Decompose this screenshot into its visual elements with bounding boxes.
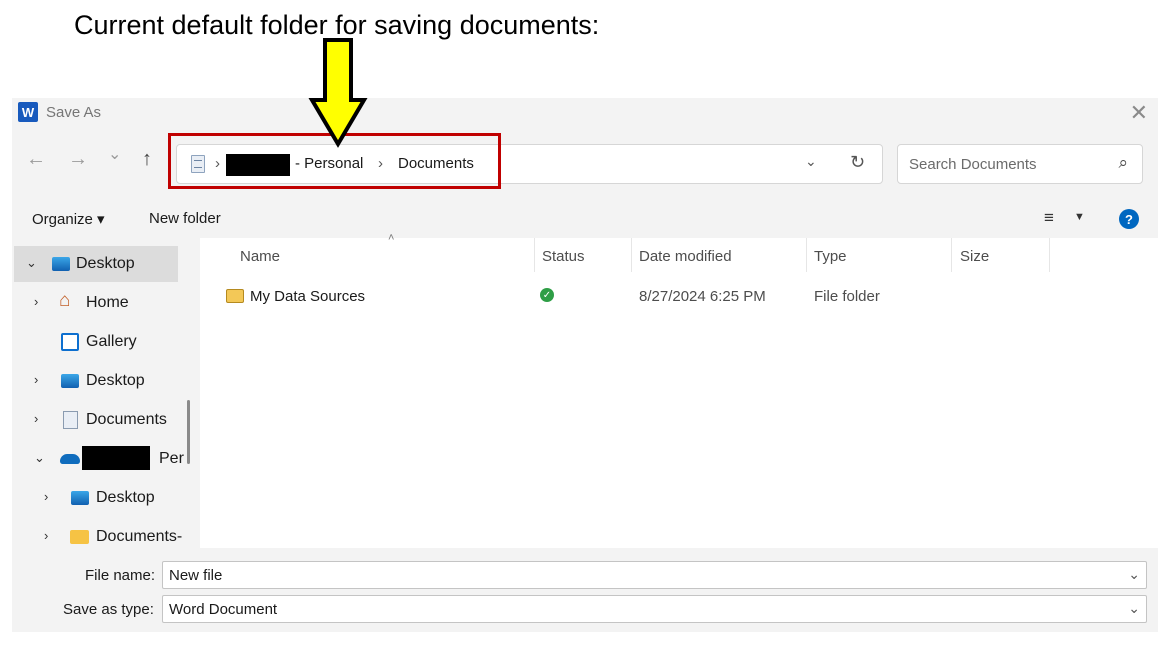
sidebar-item-desktop[interactable]: › Desktop: [12, 363, 194, 399]
sidebar-item-onedrive-desktop[interactable]: › Desktop: [12, 480, 194, 516]
column-divider[interactable]: [631, 238, 632, 272]
command-bar: Organize ▾ New folder ≡ ▼ ?: [12, 200, 1158, 238]
search-icon[interactable]: ⌕: [1118, 153, 1128, 173]
chevron-right-icon[interactable]: ›: [34, 372, 38, 387]
sidebar-item-label: Gallery: [86, 333, 137, 350]
chevron-down-icon[interactable]: ⌄: [1128, 600, 1140, 617]
onedrive-icon: [60, 454, 80, 464]
sidebar-item-onedrive-documents[interactable]: › Documents-: [12, 519, 194, 546]
search-placeholder: Search Documents: [909, 156, 1037, 173]
address-history-chevron-icon[interactable]: ⌄: [805, 153, 817, 170]
save-form: File name: New file ⌄ Save as type: Word…: [12, 550, 1158, 632]
column-divider[interactable]: [951, 238, 952, 272]
sidebar-item-home[interactable]: › ⌂ Home: [12, 285, 194, 321]
desktop-icon: [71, 491, 89, 505]
navigation-pane: ⌄ Desktop › ⌂ Home Gallery › Desktop › D…: [12, 242, 194, 546]
yellow-arrow-icon: [308, 38, 368, 148]
organize-button[interactable]: Organize ▾: [32, 210, 105, 228]
save-type-value: Word Document: [169, 601, 278, 618]
dialog-title: Save As: [46, 104, 102, 121]
save-type-select[interactable]: Word Document ⌄: [162, 595, 1147, 623]
instruction-caption: Current default folder for saving docume…: [74, 10, 600, 40]
file-name-value: New file: [169, 567, 223, 584]
recent-locations-button[interactable]: ⌄: [108, 144, 121, 164]
desktop-icon: [52, 257, 70, 271]
chevron-down-icon[interactable]: ⌄: [34, 450, 45, 466]
chevron-right-icon[interactable]: ›: [44, 489, 48, 504]
close-button[interactable]: ✕: [1130, 100, 1148, 126]
sidebar-item-desktop-root[interactable]: ⌄ Desktop: [14, 246, 178, 282]
file-name[interactable]: My Data Sources: [250, 288, 365, 305]
sidebar-item-label: Desktop: [96, 489, 155, 506]
sidebar-item-gallery[interactable]: Gallery: [12, 324, 194, 360]
view-dropdown-icon[interactable]: ▼: [1074, 211, 1085, 223]
column-header-date-modified[interactable]: Date modified: [639, 248, 732, 265]
refresh-icon[interactable]: ↻: [850, 152, 865, 173]
column-divider[interactable]: [806, 238, 807, 272]
sidebar-item-label: Desktop: [86, 372, 145, 389]
back-button[interactable]: ←: [26, 148, 46, 171]
search-box[interactable]: Search Documents ⌕: [897, 144, 1143, 184]
sidebar-item-label: Documents: [86, 411, 167, 428]
new-folder-button[interactable]: New folder: [149, 210, 221, 227]
column-divider[interactable]: [1049, 238, 1050, 272]
file-name-label: File name:: [85, 567, 156, 584]
folder-icon: [70, 530, 89, 544]
column-header-size[interactable]: Size: [960, 248, 989, 265]
column-header-status[interactable]: Status: [542, 248, 585, 265]
nav-scrollbar[interactable]: [187, 400, 190, 464]
sidebar-item-label: Documents-: [96, 528, 183, 545]
sync-status-icon: ✓: [540, 288, 554, 302]
column-divider[interactable]: [534, 238, 535, 272]
up-button[interactable]: ↑: [142, 148, 152, 171]
save-type-label: Save as type:: [63, 601, 154, 618]
folder-icon: [226, 289, 244, 303]
sidebar-item-onedrive[interactable]: ⌄ Per: [12, 441, 194, 477]
chevron-down-icon[interactable]: ⌄: [26, 255, 37, 271]
file-type: File folder: [814, 288, 880, 305]
sidebar-item-documents[interactable]: › Documents: [12, 402, 194, 438]
file-name-field[interactable]: New file ⌄: [162, 561, 1147, 589]
forward-button[interactable]: →: [68, 148, 88, 171]
sidebar-item-label: Per: [159, 450, 184, 467]
desktop-icon: [61, 374, 79, 388]
documents-icon: [63, 411, 78, 429]
chevron-right-icon[interactable]: ›: [34, 411, 38, 426]
help-icon[interactable]: ?: [1119, 209, 1139, 229]
chevron-right-icon[interactable]: ›: [34, 294, 38, 309]
gallery-icon: [61, 333, 79, 351]
home-icon: ⌂: [59, 290, 71, 311]
sidebar-item-label: Desktop: [76, 255, 135, 272]
column-header-name[interactable]: Name: [240, 248, 280, 265]
file-date-modified: 8/27/2024 6:25 PM: [639, 288, 766, 305]
title-bar: W Save As ✕: [12, 98, 1158, 128]
sort-ascending-icon: ˄: [388, 232, 395, 244]
column-header-type[interactable]: Type: [814, 248, 847, 265]
redaction-box: [82, 446, 150, 470]
file-list: ˄ Name Status Date modified Type Size My…: [200, 232, 1158, 548]
view-options-icon[interactable]: ≡: [1044, 208, 1054, 228]
chevron-down-icon[interactable]: ⌄: [1128, 566, 1140, 583]
sidebar-item-label: Home: [86, 294, 129, 311]
word-app-icon: W: [18, 102, 38, 122]
chevron-right-icon[interactable]: ›: [44, 528, 48, 543]
